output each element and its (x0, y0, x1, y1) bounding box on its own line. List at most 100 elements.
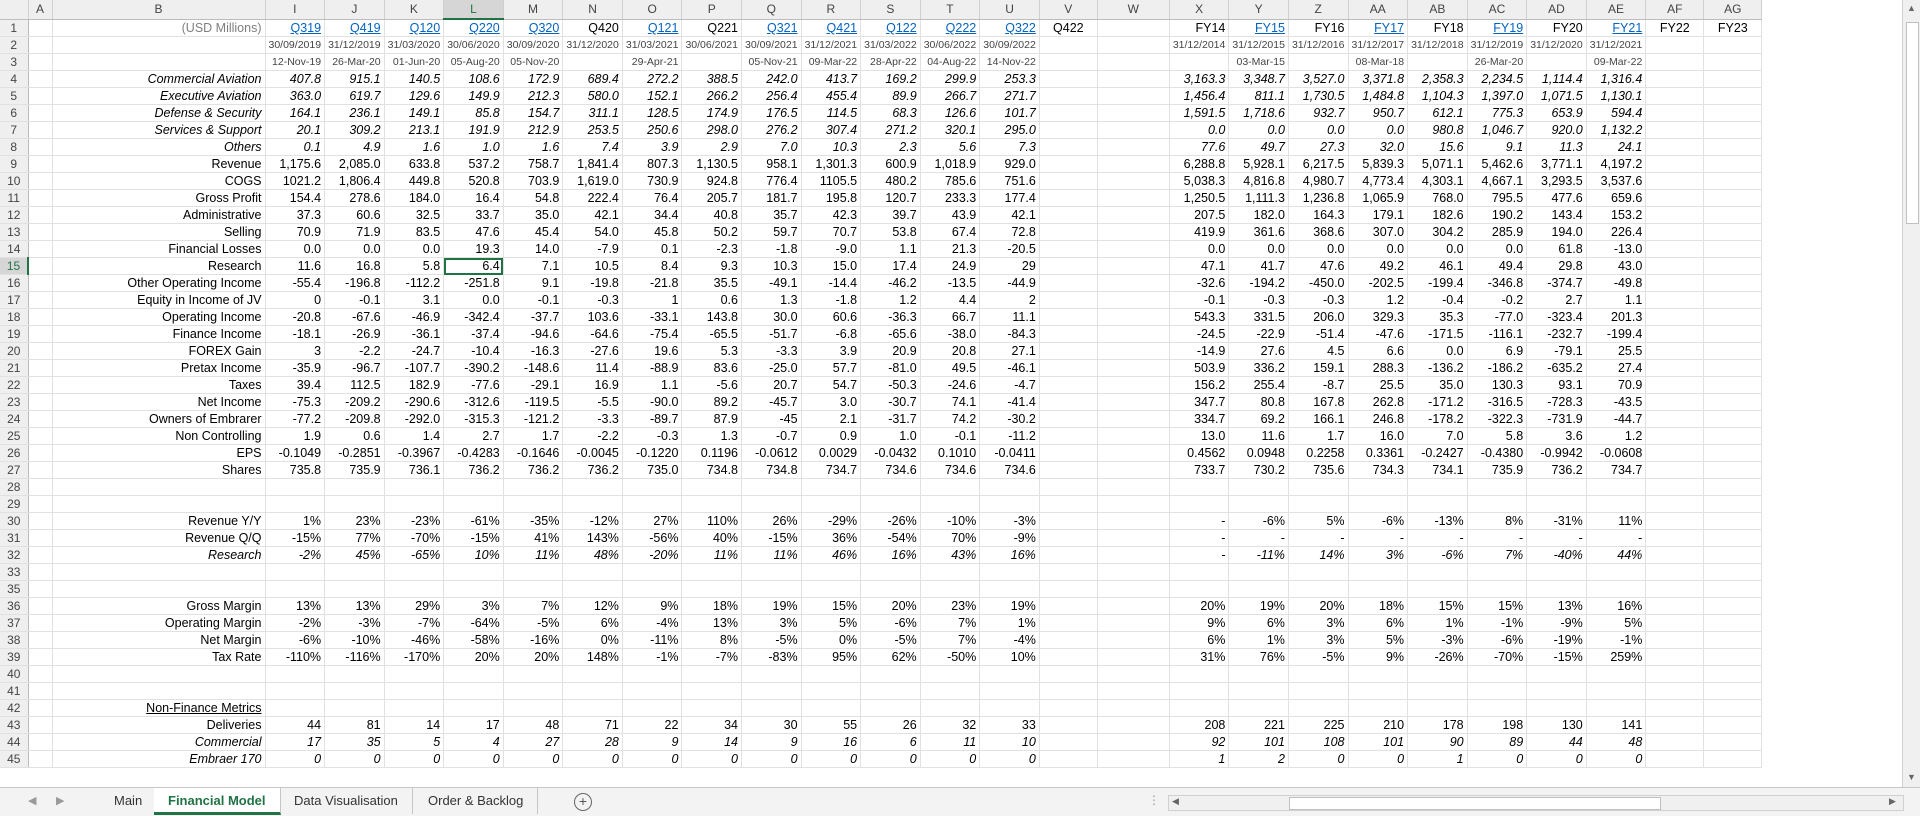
data-cell[interactable]: 89.9 (860, 87, 921, 105)
data-cell[interactable] (324, 580, 385, 598)
row-label[interactable]: Non-Finance Metrics (52, 699, 266, 717)
data-cell[interactable] (1703, 580, 1763, 598)
data-cell[interactable] (920, 699, 981, 717)
data-cell[interactable]: 9 (741, 733, 802, 751)
cell-w[interactable] (1097, 121, 1170, 139)
cell-a[interactable] (28, 733, 53, 751)
data-cell[interactable]: 29-Apr-21 (622, 53, 683, 71)
data-cell[interactable] (1586, 699, 1647, 717)
data-cell[interactable] (1526, 495, 1587, 513)
data-cell[interactable]: 758.7 (503, 155, 564, 173)
data-cell[interactable] (1703, 665, 1763, 683)
data-cell[interactable]: 0.6 (324, 427, 385, 445)
data-cell[interactable]: 29% (384, 597, 445, 615)
data-cell[interactable] (681, 665, 742, 683)
data-cell[interactable]: -24.5 (1169, 325, 1230, 343)
data-cell[interactable]: 924.8 (681, 172, 742, 190)
data-cell[interactable]: -45 (741, 410, 802, 428)
data-cell[interactable]: 734.6 (860, 461, 921, 479)
data-cell[interactable]: 1 (1407, 750, 1468, 768)
data-cell[interactable] (1039, 495, 1098, 513)
data-cell[interactable]: -0.1 (324, 291, 385, 309)
data-cell[interactable]: 233.3 (920, 189, 981, 207)
data-cell[interactable]: 0.0 (1348, 121, 1409, 139)
data-cell[interactable]: 190.2 (1467, 206, 1528, 224)
data-cell[interactable]: Q319 (265, 19, 326, 37)
data-cell[interactable]: 31% (1169, 648, 1230, 666)
cell-w[interactable] (1097, 189, 1170, 207)
data-cell[interactable]: -26.9 (324, 325, 385, 343)
data-cell[interactable] (860, 682, 921, 700)
data-cell[interactable]: 45% (324, 546, 385, 564)
data-cell[interactable]: FY22 (1645, 19, 1705, 37)
data-cell[interactable] (1703, 376, 1763, 394)
data-cell[interactable]: 43% (920, 546, 981, 564)
data-cell[interactable]: 2.7 (443, 427, 504, 445)
data-cell[interactable]: 9% (1169, 614, 1230, 632)
data-cell[interactable]: 13% (324, 597, 385, 615)
data-cell[interactable]: 41.7 (1228, 257, 1289, 275)
cell-w[interactable] (1097, 325, 1170, 343)
data-cell[interactable]: -6.8 (801, 325, 862, 343)
data-cell[interactable]: Q322 (979, 19, 1040, 37)
data-cell[interactable]: 407.8 (265, 70, 326, 88)
data-cell[interactable]: 455.4 (801, 87, 862, 105)
data-cell[interactable]: 28-Apr-22 (860, 53, 921, 71)
data-cell[interactable]: -29.1 (503, 376, 564, 394)
row-label[interactable]: Non Controlling (52, 427, 266, 445)
data-cell[interactable]: 225 (1288, 716, 1349, 734)
cell-w[interactable] (1097, 512, 1170, 530)
data-cell[interactable]: -36.3 (860, 308, 921, 326)
data-cell[interactable] (384, 495, 445, 513)
data-cell[interactable]: 191.9 (443, 121, 504, 139)
data-cell[interactable]: -5.6 (681, 376, 742, 394)
data-cell[interactable]: 15.6 (1407, 138, 1468, 156)
data-cell[interactable]: 0.4562 (1169, 444, 1230, 462)
data-cell[interactable]: 55 (801, 716, 862, 734)
cell-a[interactable] (28, 682, 53, 700)
data-cell[interactable]: 689.4 (562, 70, 623, 88)
data-cell[interactable]: 0 (1586, 750, 1647, 768)
cell-a[interactable] (28, 410, 53, 428)
data-cell[interactable] (801, 495, 862, 513)
data-cell[interactable]: 307.4 (801, 121, 862, 139)
data-cell[interactable]: 298.0 (681, 121, 742, 139)
data-cell[interactable]: 1,456.4 (1169, 87, 1230, 105)
data-cell[interactable]: 14 (681, 733, 742, 751)
data-cell[interactable]: -342.4 (443, 308, 504, 326)
data-cell[interactable]: 735.0 (622, 461, 683, 479)
data-cell[interactable]: 33 (979, 716, 1040, 734)
data-cell[interactable]: 13% (1526, 597, 1587, 615)
data-cell[interactable]: 1,591.5 (1169, 104, 1230, 122)
data-cell[interactable]: 83.5 (384, 223, 445, 241)
add-sheet-icon[interactable]: + (574, 793, 592, 811)
data-cell[interactable] (681, 580, 742, 598)
data-cell[interactable]: -21.8 (622, 274, 683, 292)
data-cell[interactable]: -46.9 (384, 308, 445, 326)
cell-a[interactable] (28, 614, 53, 632)
data-cell[interactable]: 0 (979, 750, 1040, 768)
data-cell[interactable] (1645, 733, 1705, 751)
data-cell[interactable]: 8% (1467, 512, 1528, 530)
data-cell[interactable]: 2.1 (801, 410, 862, 428)
data-cell[interactable]: 1.2 (1586, 427, 1647, 445)
data-cell[interactable]: -13.5 (920, 274, 981, 292)
data-cell[interactable]: 70.9 (265, 223, 326, 241)
data-cell[interactable] (384, 563, 445, 581)
column-header-j[interactable]: J (324, 0, 385, 20)
data-cell[interactable]: 1,130.5 (681, 155, 742, 173)
row-header[interactable]: 9 (0, 155, 29, 173)
data-cell[interactable]: 734.7 (1586, 461, 1647, 479)
data-cell[interactable]: 30/06/2021 (681, 36, 742, 54)
data-cell[interactable]: 477.6 (1526, 189, 1587, 207)
data-cell[interactable]: 11% (741, 546, 802, 564)
data-cell[interactable] (1645, 155, 1705, 173)
row-header[interactable]: 27 (0, 461, 29, 479)
data-cell[interactable] (1039, 206, 1098, 224)
data-cell[interactable] (1288, 495, 1349, 513)
data-cell[interactable] (1228, 478, 1289, 496)
data-cell[interactable]: 166.1 (1288, 410, 1349, 428)
data-cell[interactable]: -16.3 (503, 342, 564, 360)
data-cell[interactable]: 27.4 (1586, 359, 1647, 377)
data-cell[interactable]: 4.9 (324, 138, 385, 156)
